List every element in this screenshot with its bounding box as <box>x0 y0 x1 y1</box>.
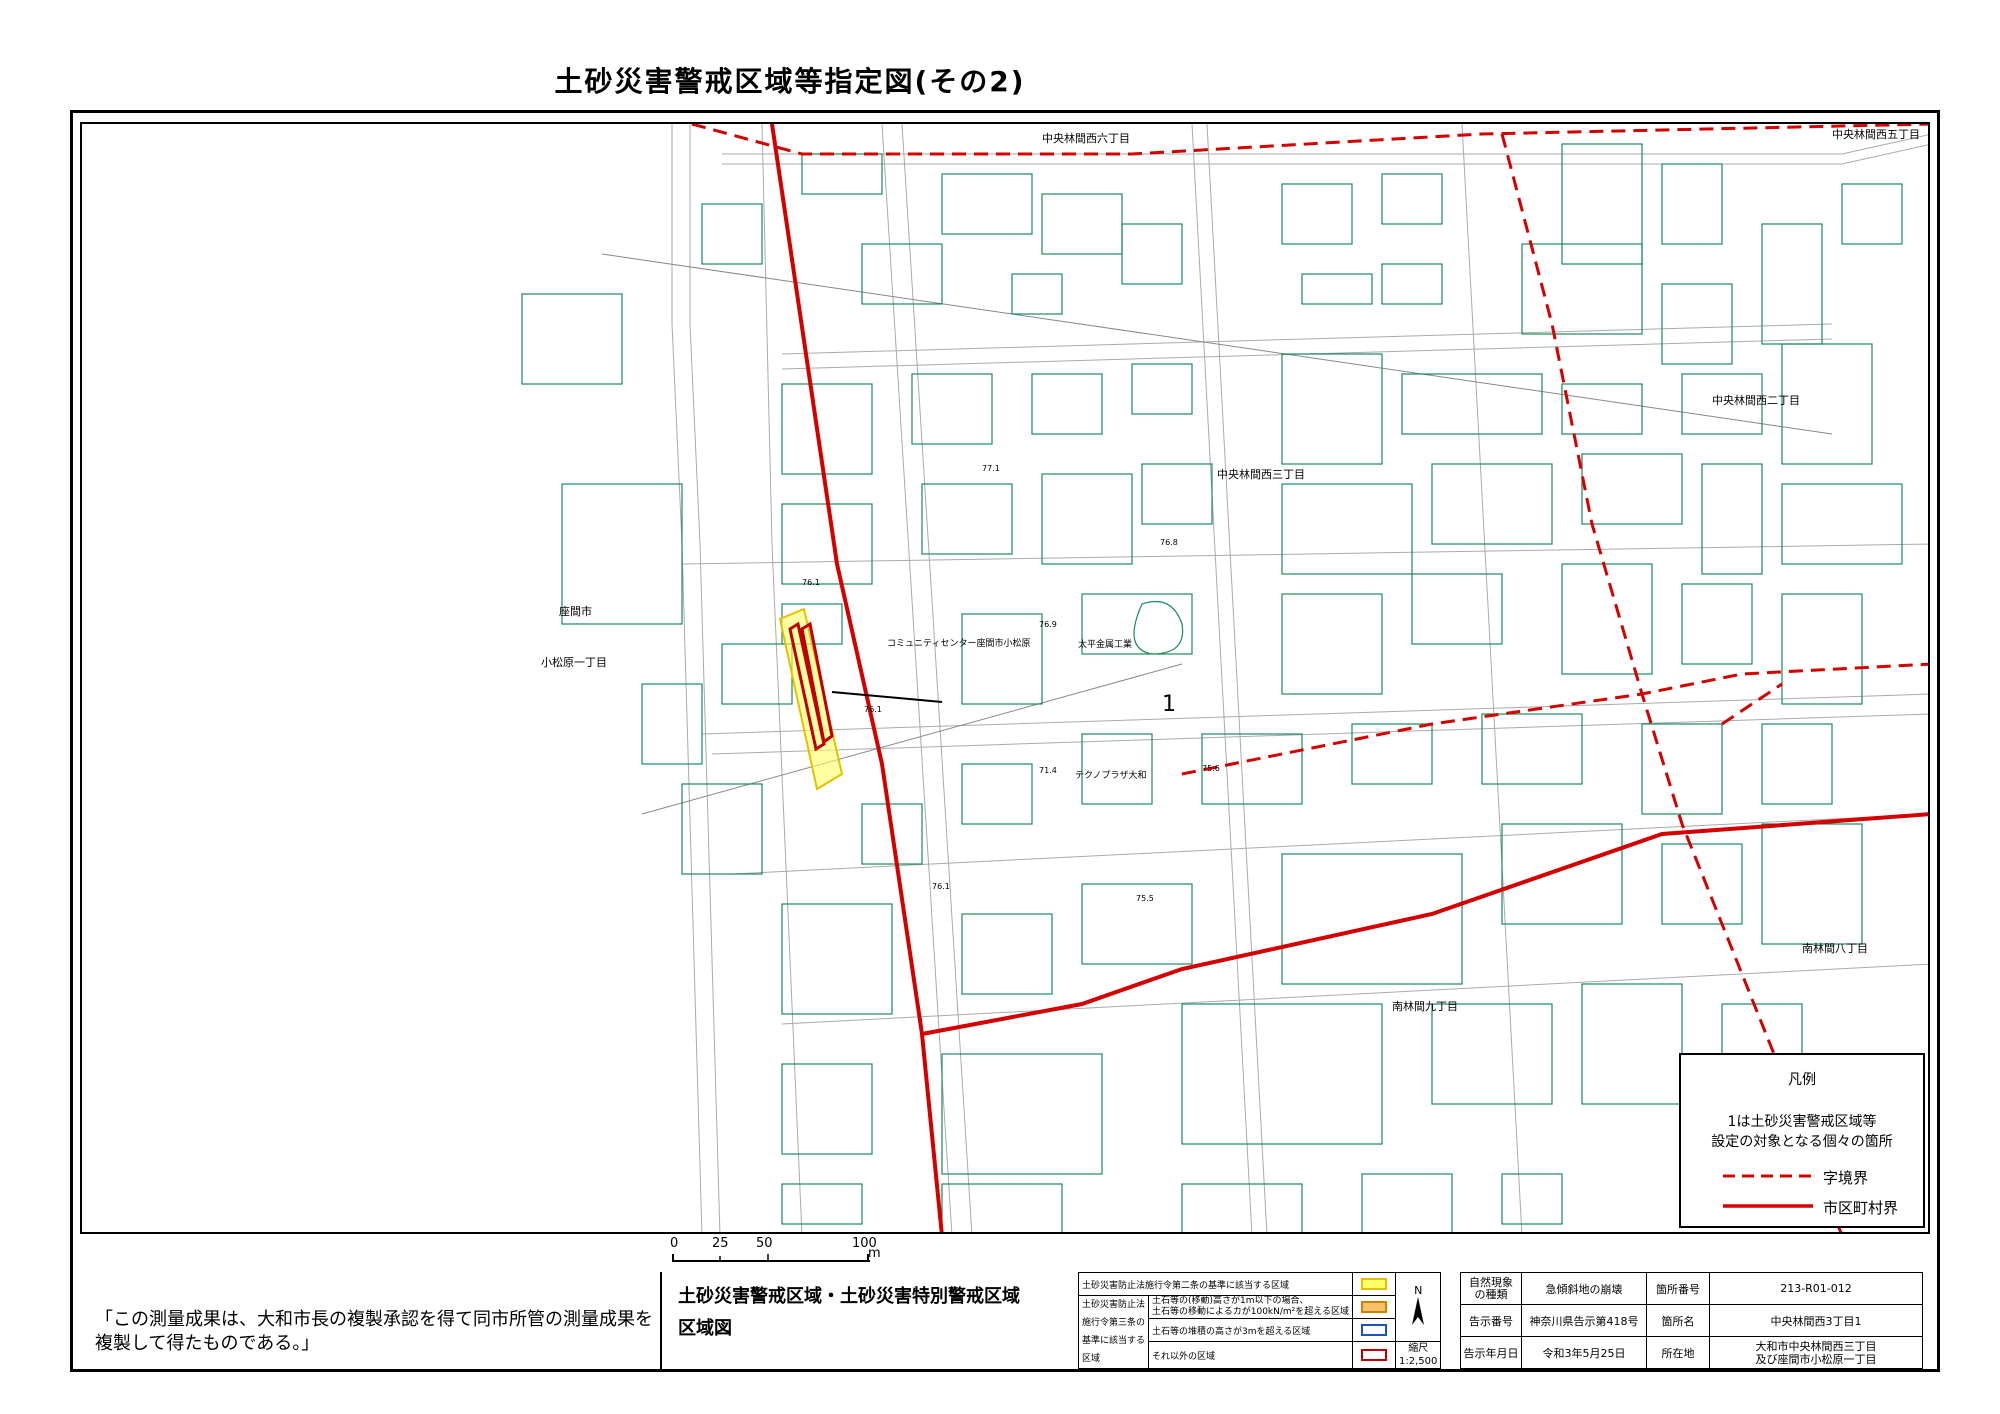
map-canvas[interactable] <box>82 124 1930 1234</box>
elevation-label: 71.4 <box>1039 766 1057 775</box>
label-site-number[interactable]: 1 <box>1162 692 1176 717</box>
zone-row-4-label: それ以外の区域 <box>1148 1341 1354 1369</box>
elevation-label: 76.1 <box>932 882 950 891</box>
site-name-value: 中央林間西3丁目1 <box>1709 1304 1923 1337</box>
map-legend: 凡例 1は土砂災害警戒区域等 設定の対象となる個々の箇所 字境界 市区町村界 <box>1679 1053 1925 1228</box>
legend-item-label: 市区町村界 <box>1823 1199 1899 1217</box>
elevation-label: 76.1 <box>802 578 820 587</box>
zone-row-4-swatch <box>1352 1341 1397 1369</box>
notice-date-label: 告示年月日 <box>1460 1336 1522 1369</box>
legend-item-district-boundary: 字境界 <box>1723 1167 1923 1189</box>
site-number-label: 箇所番号 <box>1646 1272 1710 1305</box>
zone-row-1-label: 土砂災害防止法施行令第二条の基準に該当する区域 <box>1077 1272 1354 1296</box>
zone-row-3-label: 土石等の堆積の高さが3mを超える区域 <box>1148 1318 1354 1342</box>
zone-map-title: 土砂災害警戒区域・土砂災害特別警戒区域 <box>678 1286 1020 1307</box>
scale-ratio: 縮尺 1:2,500 <box>1395 1341 1442 1369</box>
label-techno-plaza: テクノプラザ大和 <box>1075 771 1147 781</box>
label-community-center: コミュニティセンター座間市小松原 <box>887 639 1031 649</box>
label-taihei: 太平金属工業 <box>1078 640 1133 650</box>
scale-tick-label: 25 <box>712 1236 729 1251</box>
north-arrow: N <box>1395 1272 1442 1342</box>
zone-row-2-head: 土砂災害防止法 施行令第三条の 基準に該当する 区域 <box>1077 1295 1150 1369</box>
zone-map-subtitle: 区域図 <box>678 1318 732 1339</box>
legend-item-label: 字境界 <box>1823 1169 1869 1187</box>
scale-tick-label: 50 <box>756 1236 773 1251</box>
site-info-table: 自然現象 の種類 急傾斜地の崩壊 箇所番号 213-R01-012 告示番号 神奈… <box>1460 1272 1923 1369</box>
elevation-label: 76.8 <box>1160 538 1178 547</box>
zone-row-2-label: 土石等の(移動)高さが1m以下の場合、 土石等の移動によるカが100kN/m²を… <box>1148 1295 1354 1319</box>
label-minami8: 南林間八丁目 <box>1802 942 1868 955</box>
zone-row-1-swatch <box>1352 1272 1397 1296</box>
site-number-value: 213-R01-012 <box>1709 1272 1923 1305</box>
red-outline-swatch-icon <box>1361 1349 1388 1361</box>
scale-bar: 0 25 50 100 m <box>670 1236 881 1266</box>
page-title: 土砂災害警戒区域等指定図(その2) <box>554 65 1026 98</box>
blue-hatch-swatch-icon <box>1361 1324 1388 1336</box>
scale-ruler-icon <box>672 1254 870 1262</box>
label-minami9: 南林間九丁目 <box>1392 1000 1458 1013</box>
elevation-label: 76.9 <box>1039 620 1057 629</box>
north-arrow-icon <box>1412 1297 1425 1325</box>
map-frame[interactable]: 中央林間西六丁目 中央林間西五丁目 中央林間西二丁目 中央林間西三丁目 南林間八… <box>80 122 1930 1234</box>
phenomenon-value: 急傾斜地の崩壊 <box>1521 1272 1647 1305</box>
notice-date-value: 令和3年5月25日 <box>1521 1336 1647 1369</box>
orange-swatch-icon <box>1361 1301 1388 1313</box>
dashed-line-icon <box>1723 1174 1813 1178</box>
zone-row-3-swatch <box>1352 1318 1397 1342</box>
label-nishi3: 中央林間西三丁目 <box>1217 468 1305 481</box>
elevation-label: 75.5 <box>1136 894 1154 903</box>
north-label: N <box>1414 1284 1423 1297</box>
legend-description: 1は土砂災害警戒区域等 <box>1727 1114 1877 1130</box>
location-value: 大和市中央林間西三丁目 及び座間市小松原一丁目 <box>1709 1336 1923 1369</box>
zone-row-2-swatch <box>1352 1295 1397 1319</box>
copyright-notice: 「この測量成果は、大和市長の複製承認を得て同市所管の測量成果を複製して得たもので… <box>95 1309 653 1354</box>
site-name-label: 箇所名 <box>1646 1304 1710 1337</box>
solid-line-icon <box>1723 1204 1813 1208</box>
legend-item-city-boundary: 市区町村界 <box>1723 1197 1923 1219</box>
label-nishi5: 中央林間西五丁目 <box>1832 128 1920 141</box>
yellow-swatch-icon <box>1361 1278 1388 1290</box>
location-label: 所在地 <box>1646 1336 1710 1369</box>
label-nishi6: 中央林間西六丁目 <box>1042 132 1130 145</box>
phenomenon-label: 自然現象 の種類 <box>1460 1272 1522 1305</box>
legend-title: 凡例 <box>1788 1072 1816 1088</box>
label-komatsubara: 小松原一丁目 <box>541 656 607 669</box>
legend-description: 設定の対象となる個々の箇所 <box>1711 1134 1893 1150</box>
zone-category-table: 土砂災害防止法施行令第二条の基準に該当する区域 N 土砂災害防止法 施行令第三条… <box>1077 1272 1442 1369</box>
elevation-label: 77.1 <box>982 464 1000 473</box>
scale-tick-label: 0 <box>670 1236 679 1251</box>
zone-map-title-box: 土砂災害警戒区域・土砂災害特別警戒区域 区域図 <box>660 1272 1082 1372</box>
elevation-label: 75.6 <box>1202 764 1220 773</box>
label-zama: 座間市 <box>559 605 592 618</box>
notice-number-value: 神奈川県告示第418号 <box>1521 1304 1647 1337</box>
notice-number-label: 告示番号 <box>1460 1304 1522 1337</box>
label-nishi2: 中央林間西二丁目 <box>1712 394 1800 407</box>
elevation-label: 76.1 <box>864 705 882 714</box>
